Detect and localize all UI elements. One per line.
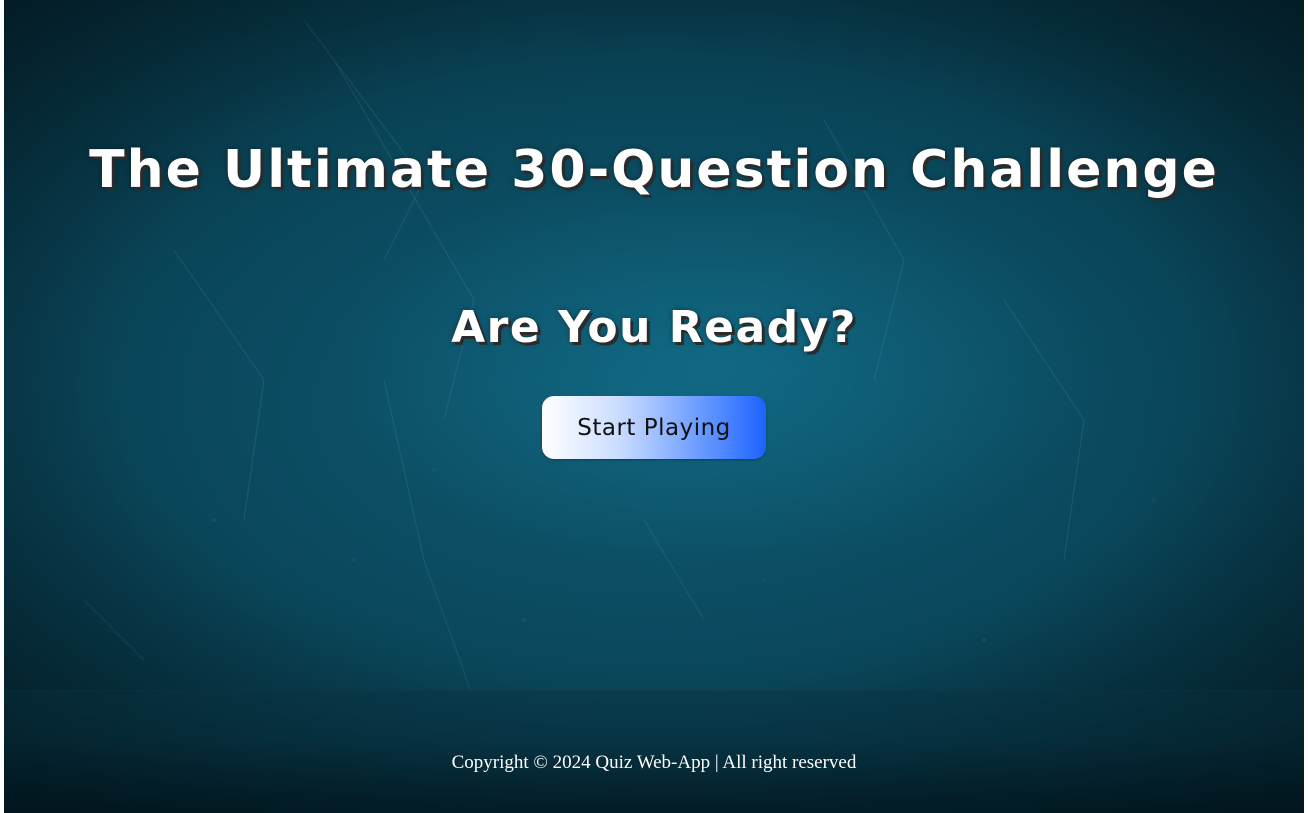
page-title: The Ultimate 30-Question Challenge [89,140,1219,200]
ready-prompt: Are You Ready? [451,302,857,353]
start-playing-button[interactable]: Start Playing [542,396,766,459]
footer-copyright: Copyright © 2024 Quiz Web-App | All righ… [451,752,857,773]
landing-page: The Ultimate 30-Question Challenge Are Y… [4,0,1304,813]
